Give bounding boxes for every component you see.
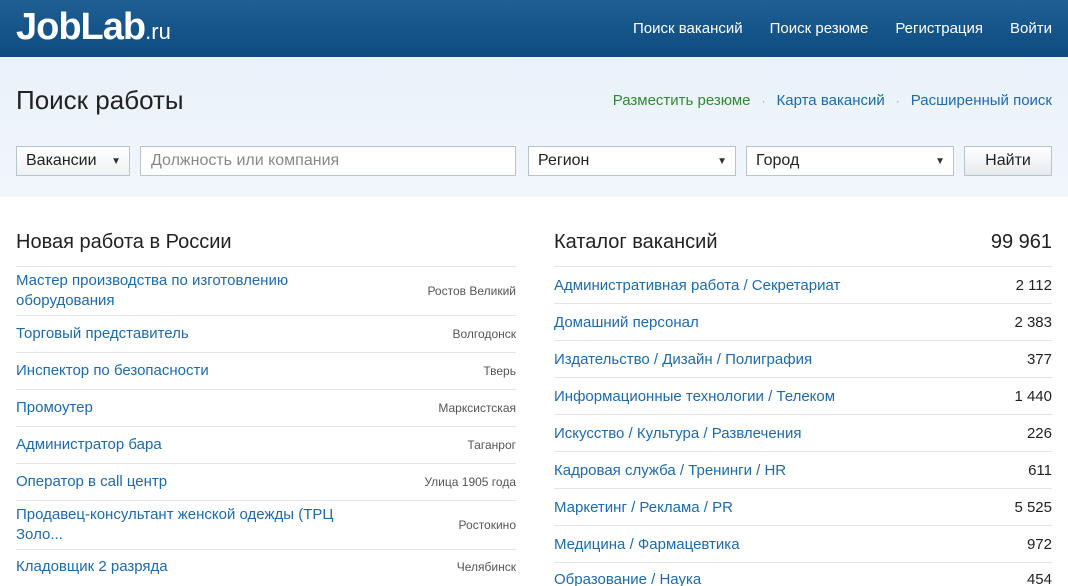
catalog-count: 611 (1028, 461, 1052, 479)
nav-register[interactable]: Регистрация (895, 20, 983, 37)
catalog-category-link[interactable]: Информационные технологии / Телеком (554, 388, 835, 405)
catalog-count: 377 (1026, 350, 1052, 368)
search-band: Поиск работы Разместить резюме · Карта в… (0, 57, 1068, 197)
chevron-down-icon: ▼ (717, 155, 727, 167)
catalog-count: 226 (1026, 424, 1052, 442)
logo-main: JobLab (16, 6, 146, 48)
page-title: Поиск работы (16, 85, 184, 115)
catalog-category-link[interactable]: Образование / Наука (554, 571, 701, 586)
catalog-count: 454 (1026, 571, 1052, 586)
catalog-count: 2 112 (1015, 276, 1052, 294)
job-row: Торговый представитель Волгодонск (16, 316, 516, 353)
job-city: Ростов Великий (427, 284, 516, 298)
job-city: Челябинск (456, 559, 516, 574)
catalog-row: Маркетинг / Реклама / PR 5 525 (554, 489, 1052, 526)
catalog-category-link[interactable]: Искусство / Культура / Развлечения (554, 425, 801, 442)
link-separator: · (761, 93, 766, 108)
job-city: Улица 1905 года (424, 475, 516, 489)
catalog-count: 972 (1026, 535, 1052, 553)
job-row: Продавец-консультант женской одежды (ТРЦ… (16, 501, 516, 550)
job-row: Оператор в call центр Улица 1905 года (16, 464, 516, 501)
catalog-count: 5 525 (1014, 498, 1052, 516)
job-title-link[interactable]: Оператор в call центр (16, 472, 167, 492)
catalog-row: Искусство / Культура / Развлечения 226 (554, 415, 1052, 452)
region-value: Регион (538, 152, 590, 169)
find-button[interactable]: Найти (964, 146, 1052, 176)
advanced-search-link[interactable]: Расширенный поиск (911, 92, 1052, 109)
new-jobs-title: Новая работа в России (16, 231, 232, 253)
post-resume-link[interactable]: Разместить резюме (613, 92, 751, 109)
link-separator: · (895, 93, 900, 108)
catalog-category-link[interactable]: Домашний персонал (554, 314, 699, 331)
title-row: Поиск работы Разместить резюме · Карта в… (16, 85, 1052, 116)
logo-tld: .ru (145, 19, 171, 44)
catalog-count: 1 440 (1014, 387, 1052, 405)
catalog-category-link[interactable]: Административная работа / Секретариат (554, 277, 840, 294)
catalog-count: 2 383 (1014, 313, 1052, 331)
top-nav: Поиск вакансий Поиск резюме Регистрация … (633, 0, 1052, 57)
catalog-total: 99 961 (990, 231, 1052, 253)
job-row: Кладовщик 2 разряда Челябинск (16, 550, 516, 583)
search-form: Вакансии ▼ Регион ▼ Город ▼ Найти (16, 146, 1052, 176)
site-logo[interactable]: JobLab.ru (16, 4, 171, 55)
job-title-link[interactable]: Промоутер (16, 398, 93, 418)
chevron-down-icon: ▼ (935, 155, 945, 167)
job-city: Волгодонск (452, 327, 517, 341)
job-title-link[interactable]: Продавец-консультант женской одежды (ТРЦ… (16, 505, 371, 545)
catalog-row: Информационные технологии / Телеком 1 44… (554, 378, 1052, 415)
new-jobs-section: Новая работа в России Мастер производств… (16, 197, 516, 583)
catalog-category-link[interactable]: Маркетинг / Реклама / PR (554, 499, 733, 516)
catalog-category-link[interactable]: Кадровая служба / Тренинги / HR (554, 462, 786, 479)
catalog-row: Домашний персонал 2 383 (554, 304, 1052, 341)
job-city: Ростокино (458, 518, 516, 532)
job-title-link[interactable]: Кладовщик 2 разряда (16, 557, 168, 577)
catalog-row: Образование / Наука 454 (554, 563, 1052, 586)
job-title-link[interactable]: Мастер производства по изготовлению обор… (16, 271, 371, 311)
new-jobs-header: Новая работа в России (16, 197, 516, 267)
search-query-input[interactable] (140, 146, 516, 176)
job-row: Промоутер Марксистская (16, 390, 516, 427)
job-title-link[interactable]: Инспектор по безопасности (16, 361, 209, 381)
job-title-link[interactable]: Администратор бара (16, 435, 162, 455)
main-content: Новая работа в России Мастер производств… (0, 197, 1068, 586)
vacancy-map-link[interactable]: Карта вакансий (777, 92, 885, 109)
catalog-category-link[interactable]: Медицина / Фармацевтика (554, 536, 740, 553)
job-title-link[interactable]: Торговый представитель (16, 324, 189, 344)
search-type-value: Вакансии (26, 152, 97, 169)
job-city: Таганрог (467, 438, 516, 452)
job-city: Тверь (483, 364, 516, 378)
region-select[interactable]: Регион ▼ (528, 146, 736, 176)
catalog-category-link[interactable]: Издательство / Дизайн / Полиграфия (554, 351, 812, 368)
catalog-row: Издательство / Дизайн / Полиграфия 377 (554, 341, 1052, 378)
catalog-row: Административная работа / Секретариат 2 … (554, 267, 1052, 304)
job-row: Инспектор по безопасности Тверь (16, 353, 516, 390)
job-row: Мастер производства по изготовлению обор… (16, 267, 516, 316)
job-city: Марксистская (438, 401, 516, 415)
city-value: Город (756, 152, 800, 169)
job-row: Администратор бара Таганрог (16, 427, 516, 464)
catalog-title: Каталог вакансий (554, 231, 718, 253)
top-header: JobLab.ru Поиск вакансий Поиск резюме Ре… (0, 0, 1068, 57)
nav-search-vacancies[interactable]: Поиск вакансий (633, 20, 743, 37)
catalog-section: Каталог вакансий 99 961 Административная… (554, 197, 1052, 586)
catalog-header: Каталог вакансий 99 961 (554, 197, 1052, 267)
catalog-row: Медицина / Фармацевтика 972 (554, 526, 1052, 563)
catalog-row: Кадровая служба / Тренинги / HR 611 (554, 452, 1052, 489)
quick-links: Разместить резюме · Карта вакансий · Рас… (613, 92, 1052, 109)
nav-search-resumes[interactable]: Поиск резюме (770, 20, 869, 37)
nav-login[interactable]: Войти (1010, 20, 1052, 37)
chevron-down-icon: ▼ (111, 155, 121, 167)
city-select[interactable]: Город ▼ (746, 146, 954, 176)
search-type-select[interactable]: Вакансии ▼ (16, 146, 130, 176)
